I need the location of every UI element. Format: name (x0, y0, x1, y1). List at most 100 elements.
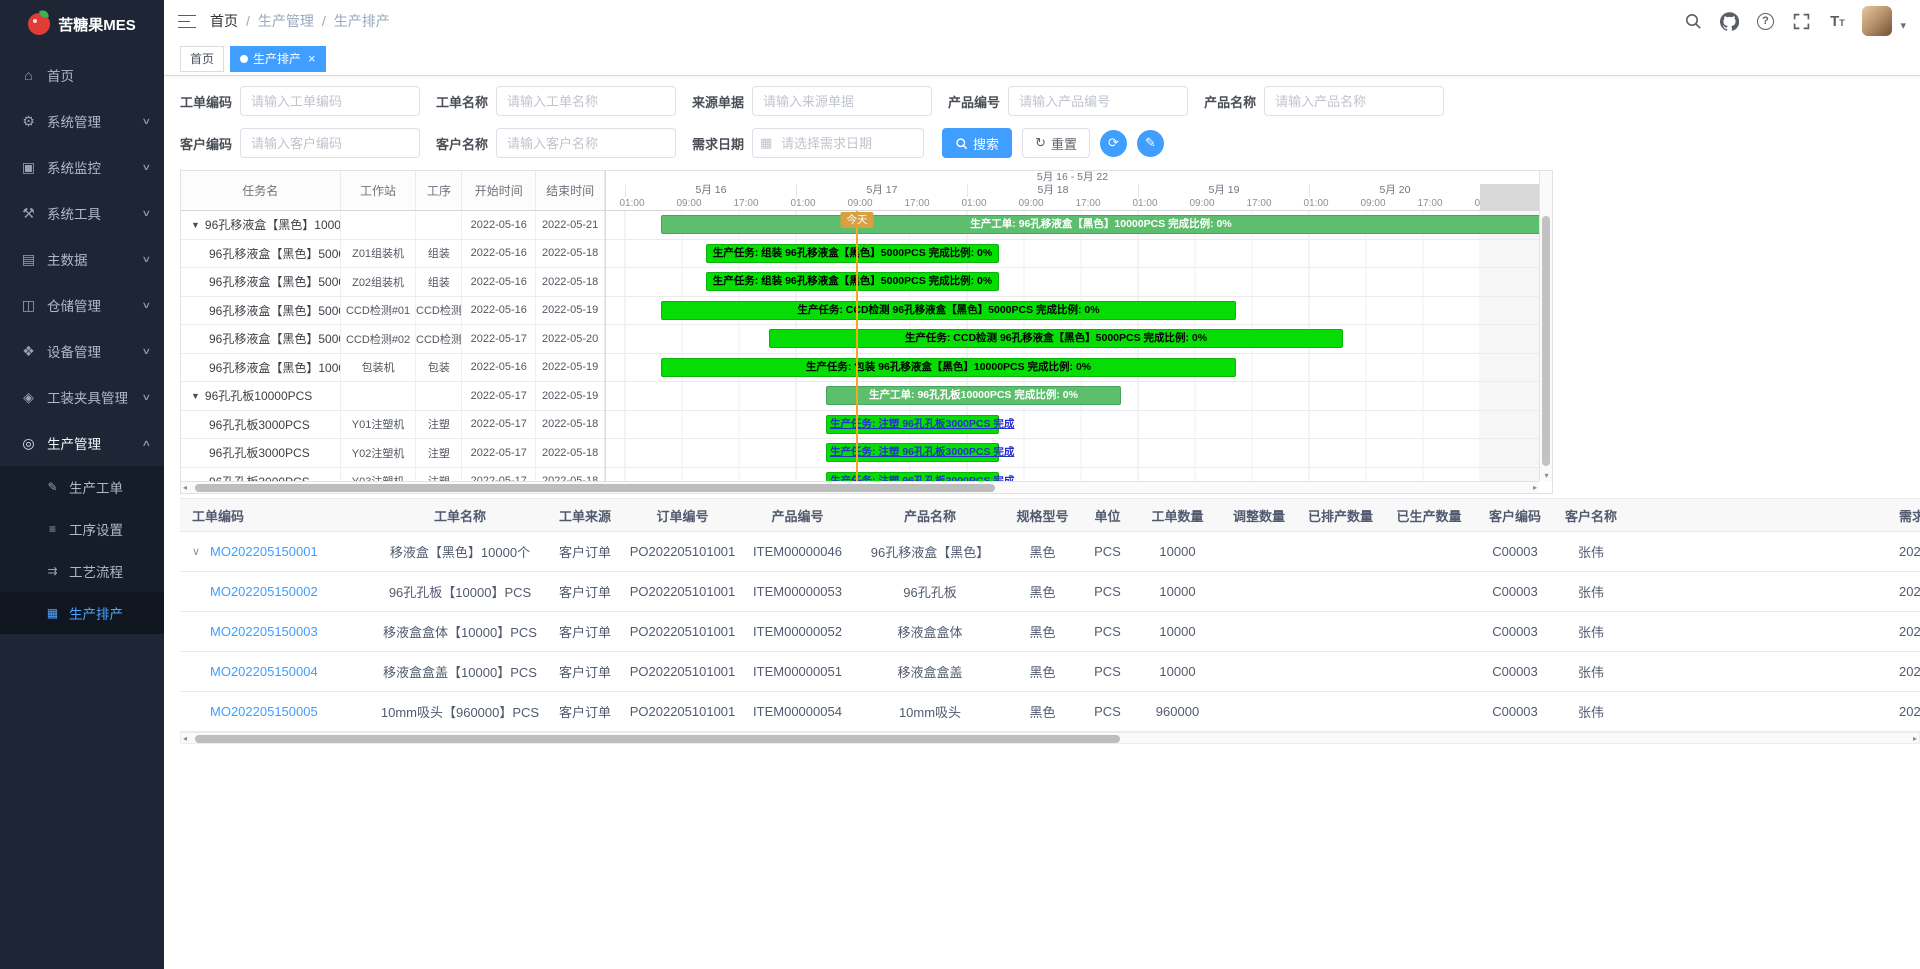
table-cell: 移液盒盒体 (855, 612, 1005, 651)
close-icon[interactable]: × (308, 52, 316, 65)
customer-code-input[interactable] (240, 128, 420, 158)
gantt-bar[interactable]: 生产工单: 96孔移液盒【黑色】10000PCS 完成比例: 0% (661, 215, 1539, 234)
gantt-hour-label: 17:00 (733, 197, 758, 211)
expand-triangle-icon[interactable]: ▼ (191, 391, 200, 401)
sidebar-item-system-management[interactable]: ⚙系统管理∨ (0, 98, 164, 144)
column-header[interactable]: 工单名称 (375, 499, 545, 531)
work-order-link[interactable]: MO202205150003 (210, 624, 318, 639)
breadcrumb-item[interactable]: 首页 (210, 11, 238, 31)
gantt-task-row[interactable]: 96孔移液盒【黑色】5000PCSCCD检测#02CCD检测2022-05-17… (181, 325, 605, 354)
vertical-scroll-thumb[interactable] (1542, 216, 1550, 466)
gantt-bar[interactable]: 生产工单: 96孔孔板10000PCS 完成比例: 0% (826, 386, 1121, 405)
sidebar-item-system-tools[interactable]: ⚒系统工具∨ (0, 190, 164, 236)
gantt-bar[interactable]: 生产任务: 注塑 96孔孔板3000PCS 完成 (826, 415, 999, 434)
gantt-hour-label: 17:00 (1417, 197, 1442, 211)
gantt-horizontal-scrollbar[interactable]: ◂ ▸ (181, 481, 1539, 493)
sidebar-item-system-monitor[interactable]: ▣系统监控∨ (0, 144, 164, 190)
gantt-column-header[interactable]: 结束时间 (536, 171, 605, 210)
column-header[interactable]: 产品编号 (740, 499, 855, 531)
gantt-task-row[interactable]: ▼96孔孔板10000PCS2022-05-172022-05-19 (181, 382, 605, 411)
edit-circle-button[interactable]: ✎ (1137, 130, 1164, 157)
gantt-task-row[interactable]: 96孔移液盒【黑色】5000PCSZ02组装机组装2022-05-162022-… (181, 268, 605, 297)
column-header[interactable]: 工单编码 (180, 499, 375, 531)
sidebar-item-fixture-management[interactable]: ◈工装夹具管理∨ (0, 374, 164, 420)
column-header[interactable]: 规格型号 (1005, 499, 1080, 531)
gantt-column-header[interactable]: 任务名 (181, 171, 341, 210)
tab-home[interactable]: 首页 (180, 46, 224, 72)
github-icon[interactable] (1718, 10, 1740, 32)
sidebar-item-process-flow[interactable]: ⇉工艺流程 (0, 550, 164, 592)
work-order-link[interactable]: MO202205150004 (210, 664, 318, 679)
scroll-right-icon[interactable]: ▸ (1533, 482, 1537, 494)
sidebar-item-process-settings[interactable]: ≡工序设置 (0, 508, 164, 550)
gantt-task-row[interactable]: 96孔移液盒【黑色】10000PCS包装机包装2022-05-162022-05… (181, 354, 605, 383)
gantt-column-header[interactable]: 开始时间 (462, 171, 536, 210)
work-order-link[interactable]: MO202205150001 (210, 544, 318, 559)
gantt-task-row[interactable]: ▼96孔移液盒【黑色】10000PCS2022-05-162022-05-21 (181, 211, 605, 240)
sidebar-item-production-scheduling[interactable]: ▦生产排产 (0, 592, 164, 634)
gantt-bar[interactable]: 生产任务: 包装 96孔移液盒【黑色】10000PCS 完成比例: 0% (661, 358, 1236, 377)
column-header[interactable]: 订单编号 (625, 499, 740, 531)
gantt-bar[interactable]: 生产任务: 组装 96孔移液盒【黑色】5000PCS 完成比例: 0% (706, 244, 999, 263)
product-code-input[interactable] (1008, 86, 1188, 116)
column-header[interactable]: 客户名称 (1555, 499, 1627, 531)
source-doc-input[interactable] (752, 86, 932, 116)
gantt-task-row[interactable]: 96孔孔板3000PCSY02注塑机注塑2022-05-172022-05-18 (181, 439, 605, 468)
column-header[interactable]: 已生产数量 (1383, 499, 1475, 531)
gantt-task-row[interactable]: 96孔移液盒【黑色】5000PCSZ01组装机组装2022-05-162022-… (181, 240, 605, 269)
avatar[interactable] (1862, 6, 1892, 36)
gantt-task-row[interactable]: 96孔孔板3000PCSY03注塑机注塑2022-05-172022-05-18 (181, 468, 605, 482)
search-icon[interactable] (1682, 10, 1704, 32)
gantt-column-header[interactable]: 工序 (416, 171, 462, 210)
column-header[interactable]: 已排产数量 (1298, 499, 1383, 531)
column-header[interactable]: 工单来源 (545, 499, 625, 531)
scroll-left-icon[interactable]: ◂ (183, 733, 187, 744)
sidebar-item-warehouse-management[interactable]: ◫仓储管理∨ (0, 282, 164, 328)
column-header[interactable]: 需求日期 (1627, 499, 1920, 531)
gantt-bar[interactable]: 生产任务: CCD检测 96孔移液盒【黑色】5000PCS 完成比例: 0% (661, 301, 1236, 320)
gantt-task-row[interactable]: 96孔移液盒【黑色】5000PCSCCD检测#01CCD检测2022-05-16… (181, 297, 605, 326)
gantt-bar[interactable]: 生产任务: 组装 96孔移液盒【黑色】5000PCS 完成比例: 0% (706, 272, 999, 291)
work-order-name-input[interactable] (496, 86, 676, 116)
search-button[interactable]: 搜索 (942, 128, 1012, 158)
horizontal-scroll-thumb[interactable] (195, 735, 1120, 743)
sidebar-item-master-data[interactable]: ▤主数据∨ (0, 236, 164, 282)
chevron-down-icon[interactable]: ∨ (192, 545, 210, 558)
tab-production-scheduling[interactable]: 生产排产× (230, 46, 326, 72)
scroll-left-icon[interactable]: ◂ (183, 482, 187, 494)
expand-triangle-icon[interactable]: ▼ (191, 220, 200, 230)
app-logo[interactable]: 苦糖果MES (0, 0, 164, 48)
caret-down-icon[interactable]: ▾ (1900, 19, 1906, 36)
customer-name-input[interactable] (496, 128, 676, 158)
gantt-bar[interactable]: 生产任务: 注塑 96孔孔板3000PCS 完成 (826, 472, 999, 482)
table-cell: 客户订单 (545, 572, 625, 611)
column-header[interactable]: 产品名称 (855, 499, 1005, 531)
sidebar-item-equipment-management[interactable]: ❖设备管理∨ (0, 328, 164, 374)
sidebar-item-home[interactable]: ⌂首页 (0, 52, 164, 98)
reset-button[interactable]: ↻ 重置 (1022, 128, 1090, 158)
column-header[interactable]: 工单数量 (1135, 499, 1220, 531)
table-horizontal-scrollbar[interactable]: ◂ ▸ (180, 732, 1920, 744)
horizontal-scroll-thumb[interactable] (195, 484, 995, 492)
gantt-column-header[interactable]: 工作站 (341, 171, 417, 210)
scroll-right-icon[interactable]: ▸ (1913, 733, 1917, 744)
gantt-bar[interactable]: 生产任务: 注塑 96孔孔板3000PCS 完成 (826, 443, 999, 462)
work-order-code-input[interactable] (240, 86, 420, 116)
work-order-link[interactable]: MO202205150005 (210, 704, 318, 719)
help-icon[interactable]: ? (1754, 10, 1776, 32)
gantt-vertical-scrollbar[interactable]: ▾ (1539, 171, 1552, 481)
product-name-input[interactable] (1264, 86, 1444, 116)
scroll-down-icon[interactable]: ▾ (1540, 471, 1553, 480)
column-header[interactable]: 调整数量 (1220, 499, 1298, 531)
column-header[interactable]: 客户编码 (1475, 499, 1555, 531)
column-header[interactable]: 单位 (1080, 499, 1135, 531)
font-size-icon[interactable]: TT (1826, 10, 1848, 32)
sidebar-item-production-work-order[interactable]: ✎生产工单 (0, 466, 164, 508)
work-order-link[interactable]: MO202205150002 (210, 584, 318, 599)
sidebar-item-production-management[interactable]: ◎生产管理∧ (0, 420, 164, 466)
refresh-circle-button[interactable]: ⟳ (1100, 130, 1127, 157)
hamburger-icon[interactable] (178, 14, 196, 29)
fullscreen-icon[interactable] (1790, 10, 1812, 32)
demand-date-input[interactable] (752, 128, 924, 158)
gantt-task-row[interactable]: 96孔孔板3000PCSY01注塑机注塑2022-05-172022-05-18 (181, 411, 605, 440)
